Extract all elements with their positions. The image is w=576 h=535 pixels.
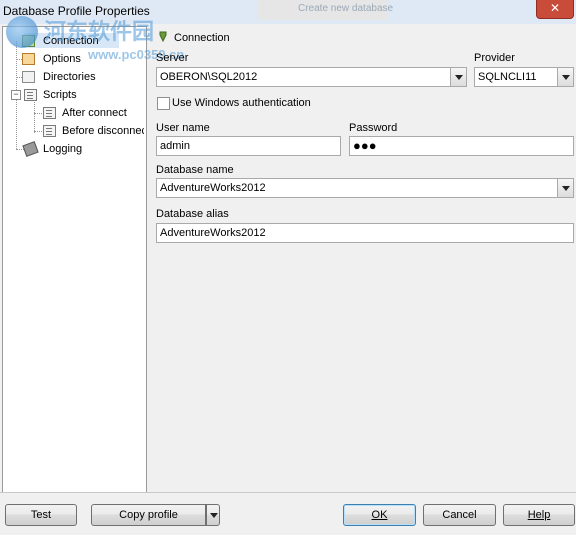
tree-item-label: Scripts — [43, 89, 77, 101]
test-button[interactable]: Test — [5, 504, 77, 526]
scripts-icon — [24, 89, 37, 101]
windows-auth-checkbox[interactable] — [157, 97, 170, 110]
database-name-combobox[interactable]: AdventureWorks2012 — [156, 178, 574, 198]
username-value: admin — [160, 140, 190, 152]
chevron-down-icon — [210, 513, 218, 518]
server-combobox[interactable]: OBERON\SQL2012 — [156, 67, 467, 87]
tree-item-logging[interactable]: Logging — [7, 141, 137, 157]
script-doc-icon — [43, 125, 56, 137]
database-name-label: Database name — [156, 164, 234, 176]
divider — [0, 492, 576, 493]
connection-icon — [158, 31, 168, 43]
tree-item-label: Before disconnect — [62, 125, 144, 137]
ok-button[interactable]: OK — [343, 504, 416, 526]
password-input[interactable]: ●●● — [349, 136, 574, 156]
cancel-button[interactable]: Cancel — [423, 504, 496, 526]
database-alias-input[interactable]: AdventureWorks2012 — [156, 223, 574, 243]
folder-icon — [22, 71, 35, 83]
database-alias-label: Database alias — [156, 208, 229, 220]
profile-tree[interactable]: Connection Options Directories − Scripts… — [2, 26, 147, 493]
section-title: Connection — [174, 32, 230, 44]
database-name-value: AdventureWorks2012 — [160, 182, 266, 194]
copy-profile-button[interactable]: Copy profile — [91, 504, 206, 526]
watermark-text: 河东软件园 — [44, 19, 155, 44]
background-tab-label: Create new database — [298, 3, 394, 14]
tree-item-before-disconnect[interactable]: Before disconnect — [7, 123, 144, 139]
tree-item-scripts[interactable]: − Scripts — [7, 87, 137, 103]
username-input[interactable]: admin — [156, 136, 341, 156]
tree-item-label: Options — [43, 53, 81, 65]
ok-label: OK — [371, 509, 388, 521]
tree-item-label: After connect — [62, 107, 127, 119]
help-label: Help — [527, 509, 551, 521]
chevron-down-icon[interactable] — [450, 68, 466, 86]
collapse-icon[interactable]: − — [11, 90, 21, 100]
close-button[interactable]: ✕ — [536, 0, 574, 19]
chevron-down-icon[interactable] — [557, 68, 573, 86]
watermark-logo — [6, 16, 38, 48]
provider-select[interactable]: SQLNCLI11 — [474, 67, 574, 87]
tree-item-after-connect[interactable]: After connect — [7, 105, 144, 121]
server-label: Server — [156, 52, 189, 64]
tree-item-directories[interactable]: Directories — [7, 69, 137, 85]
provider-label: Provider — [474, 52, 515, 64]
password-value: ●●● — [353, 138, 377, 153]
close-icon: ✕ — [549, 1, 561, 15]
copy-profile-dropdown[interactable] — [206, 504, 220, 526]
tree-item-label: Logging — [43, 143, 83, 155]
windows-auth-label[interactable]: Use Windows authentication — [172, 97, 311, 109]
tree-item-label: Directories — [43, 71, 96, 83]
provider-value: SQLNCLI11 — [478, 71, 537, 83]
help-button[interactable]: Help — [503, 504, 575, 526]
logging-icon — [22, 141, 39, 157]
script-doc-icon — [43, 107, 56, 119]
server-value: OBERON\SQL2012 — [160, 71, 258, 83]
username-label: User name — [156, 122, 210, 134]
database-alias-value: AdventureWorks2012 — [160, 227, 266, 239]
password-label: Password — [349, 122, 398, 134]
options-icon — [22, 53, 35, 65]
chevron-down-icon[interactable] — [557, 179, 573, 197]
